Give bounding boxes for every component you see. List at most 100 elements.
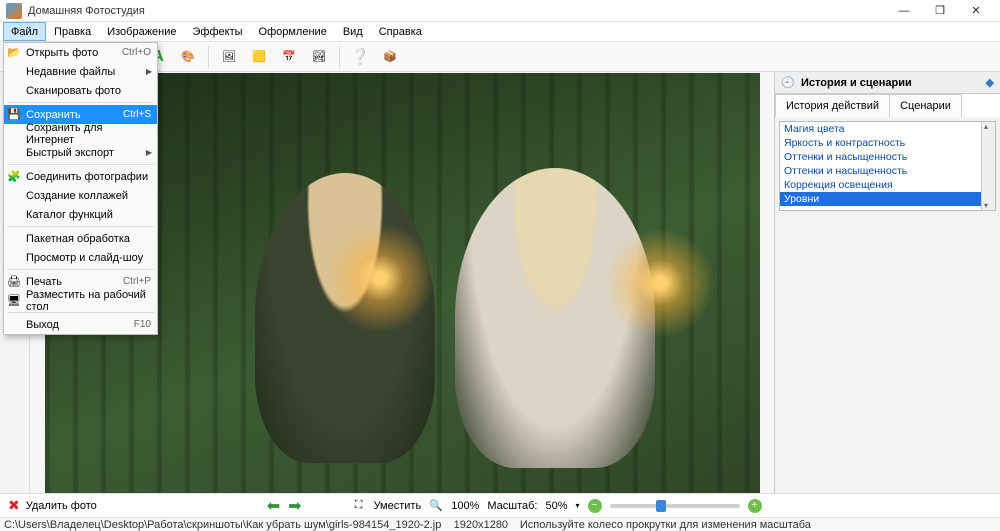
- fit-button[interactable]: Уместить: [374, 500, 422, 512]
- minimize-button[interactable]: —: [886, 0, 922, 22]
- status-bar: C:\Users\Владелец\Desktop\Работа\скриншо…: [0, 517, 1000, 531]
- submenu-arrow-icon: ▶: [146, 148, 152, 157]
- menu-item-label: Открыть фото: [26, 47, 122, 59]
- tab-history[interactable]: История действий: [775, 94, 889, 117]
- menu-item-icon: 🧩: [7, 170, 21, 184]
- palette-icon[interactable]: 🎨: [176, 45, 200, 69]
- fit-icon[interactable]: ⛶: [352, 499, 366, 513]
- menu-item-shortcut: F10: [134, 319, 151, 330]
- status-hint: Используйте колесо прокрутки для изменен…: [520, 519, 811, 531]
- file-menu-dropdown: 📂Открыть фотоCtrl+OНедавние файлы▶Сканир…: [3, 42, 158, 335]
- calendar-icon[interactable]: 📅: [277, 45, 301, 69]
- history-item[interactable]: Яркость и контрастность: [780, 136, 995, 150]
- scrollbar[interactable]: [981, 122, 995, 210]
- menu-item-icon: [7, 65, 21, 79]
- menu-item-shortcut: Ctrl+O: [122, 47, 151, 58]
- right-panel: 🕘 История и сценарии ◆ История действий …: [775, 72, 1000, 493]
- menu-file[interactable]: Файл: [3, 22, 46, 41]
- menu-item[interactable]: ВыходF10: [4, 315, 157, 334]
- menu-decor[interactable]: Оформление: [251, 22, 335, 41]
- history-item[interactable]: Оттенки и насыщенность: [780, 164, 995, 178]
- menu-item-label: Пакетная обработка: [26, 233, 151, 245]
- menu-item-shortcut: Ctrl+S: [123, 109, 151, 120]
- menu-item-icon: 🖥: [7, 294, 21, 308]
- status-path: C:\Users\Владелец\Desktop\Работа\скриншо…: [4, 519, 441, 531]
- menu-item[interactable]: Пакетная обработка: [4, 229, 157, 248]
- menu-item[interactable]: 🖥 Разместить на рабочий стол: [4, 291, 157, 310]
- postcard-icon[interactable]: 🏞: [307, 45, 331, 69]
- photo-content: [325, 223, 435, 333]
- history-list: Магия цветаЯркость и контрастностьОттенк…: [779, 121, 996, 211]
- menu-edit[interactable]: Правка: [46, 22, 99, 41]
- menu-item[interactable]: 🧩Соединить фотографии: [4, 167, 157, 186]
- menu-item-icon: [7, 127, 21, 141]
- zoom-100-button[interactable]: 100%: [451, 500, 479, 512]
- menu-item[interactable]: Сканировать фото: [4, 81, 157, 100]
- menu-separator: [7, 164, 154, 165]
- menu-item-icon: 📂: [7, 46, 21, 60]
- menu-item[interactable]: Сохранить для Интернет: [4, 124, 157, 143]
- menu-effects[interactable]: Эффекты: [185, 22, 251, 41]
- menu-bar: Файл Правка Изображение Эффекты Оформлен…: [0, 22, 1000, 42]
- menu-item-label: Каталог функций: [26, 209, 151, 221]
- slider-thumb[interactable]: [656, 500, 666, 512]
- menu-item[interactable]: Просмотр и слайд-шоу: [4, 248, 157, 267]
- prev-icon[interactable]: ⬅: [267, 496, 280, 516]
- history-item[interactable]: Магия цвета: [780, 122, 995, 136]
- menu-item-icon: [7, 146, 21, 160]
- menu-item-icon: [7, 251, 21, 265]
- menu-item-label: Быстрый экспорт: [26, 147, 151, 159]
- separator: [339, 46, 340, 68]
- menu-image[interactable]: Изображение: [99, 22, 184, 41]
- panel-title: История и сценарии: [801, 77, 912, 89]
- menu-item-icon: 💾: [7, 108, 21, 122]
- history-item[interactable]: Оттенки и насыщенность: [780, 150, 995, 164]
- help-icon[interactable]: ❔: [348, 45, 372, 69]
- menu-item[interactable]: Создание коллажей: [4, 186, 157, 205]
- next-icon[interactable]: ➡: [288, 496, 301, 516]
- maximize-button[interactable]: ❐: [922, 0, 958, 22]
- menu-item[interactable]: Недавние файлы▶: [4, 62, 157, 81]
- expand-icon[interactable]: ◆: [986, 76, 994, 89]
- separator: [208, 46, 209, 68]
- menu-item-icon: [7, 208, 21, 222]
- delete-icon[interactable]: ✖: [8, 497, 20, 514]
- menu-view[interactable]: Вид: [335, 22, 371, 41]
- menu-separator: [7, 269, 154, 270]
- menu-help[interactable]: Справка: [371, 22, 430, 41]
- zoom-minus-button[interactable]: −: [588, 499, 602, 513]
- menu-item-label: Сохранить: [26, 109, 123, 121]
- menu-item-label: Печать: [26, 276, 123, 288]
- menu-item-label: Недавние файлы: [26, 66, 151, 78]
- app-icon: [6, 3, 22, 19]
- history-item[interactable]: Коррекция освещения: [780, 178, 995, 192]
- frame-icon[interactable]: 🟨: [247, 45, 271, 69]
- cube-icon[interactable]: 📦: [378, 45, 402, 69]
- menu-item-label: Создание коллажей: [26, 190, 151, 202]
- menu-item[interactable]: Каталог функций: [4, 205, 157, 224]
- scale-dropdown-icon[interactable]: ▾: [576, 501, 580, 510]
- bottom-bar: ✖ Удалить фото ⬅ ➡ ⛶ Уместить 🔍 100% Мас…: [0, 493, 1000, 517]
- delete-photo-button[interactable]: Удалить фото: [26, 500, 97, 512]
- menu-item-icon: [7, 189, 21, 203]
- menu-separator: [7, 226, 154, 227]
- zoom-slider[interactable]: [610, 504, 740, 508]
- history-icon: 🕘: [781, 76, 795, 90]
- menu-separator: [7, 102, 154, 103]
- menu-item-label: Разместить на рабочий стол: [26, 289, 151, 313]
- image-icon[interactable]: 🖼: [217, 45, 241, 69]
- menu-item-icon: [7, 318, 21, 332]
- history-item[interactable]: Уровни: [780, 192, 995, 206]
- menu-item-label: Сохранить для Интернет: [26, 122, 151, 146]
- zoom-reset-icon[interactable]: 🔍: [429, 499, 443, 513]
- scale-value: 50%: [545, 500, 567, 512]
- submenu-arrow-icon: ▶: [146, 67, 152, 76]
- zoom-plus-button[interactable]: +: [748, 499, 762, 513]
- title-bar: Домашняя Фотостудия — ❐ ✕: [0, 0, 1000, 22]
- menu-item[interactable]: Быстрый экспорт▶: [4, 143, 157, 162]
- window-title: Домашняя Фотостудия: [28, 5, 886, 17]
- close-button[interactable]: ✕: [958, 0, 994, 22]
- menu-item[interactable]: 📂 Открыть фотоCtrl+O: [4, 43, 157, 62]
- panel-title-bar: 🕘 История и сценарии ◆: [775, 72, 1000, 94]
- tab-scenarios[interactable]: Сценарии: [889, 94, 962, 117]
